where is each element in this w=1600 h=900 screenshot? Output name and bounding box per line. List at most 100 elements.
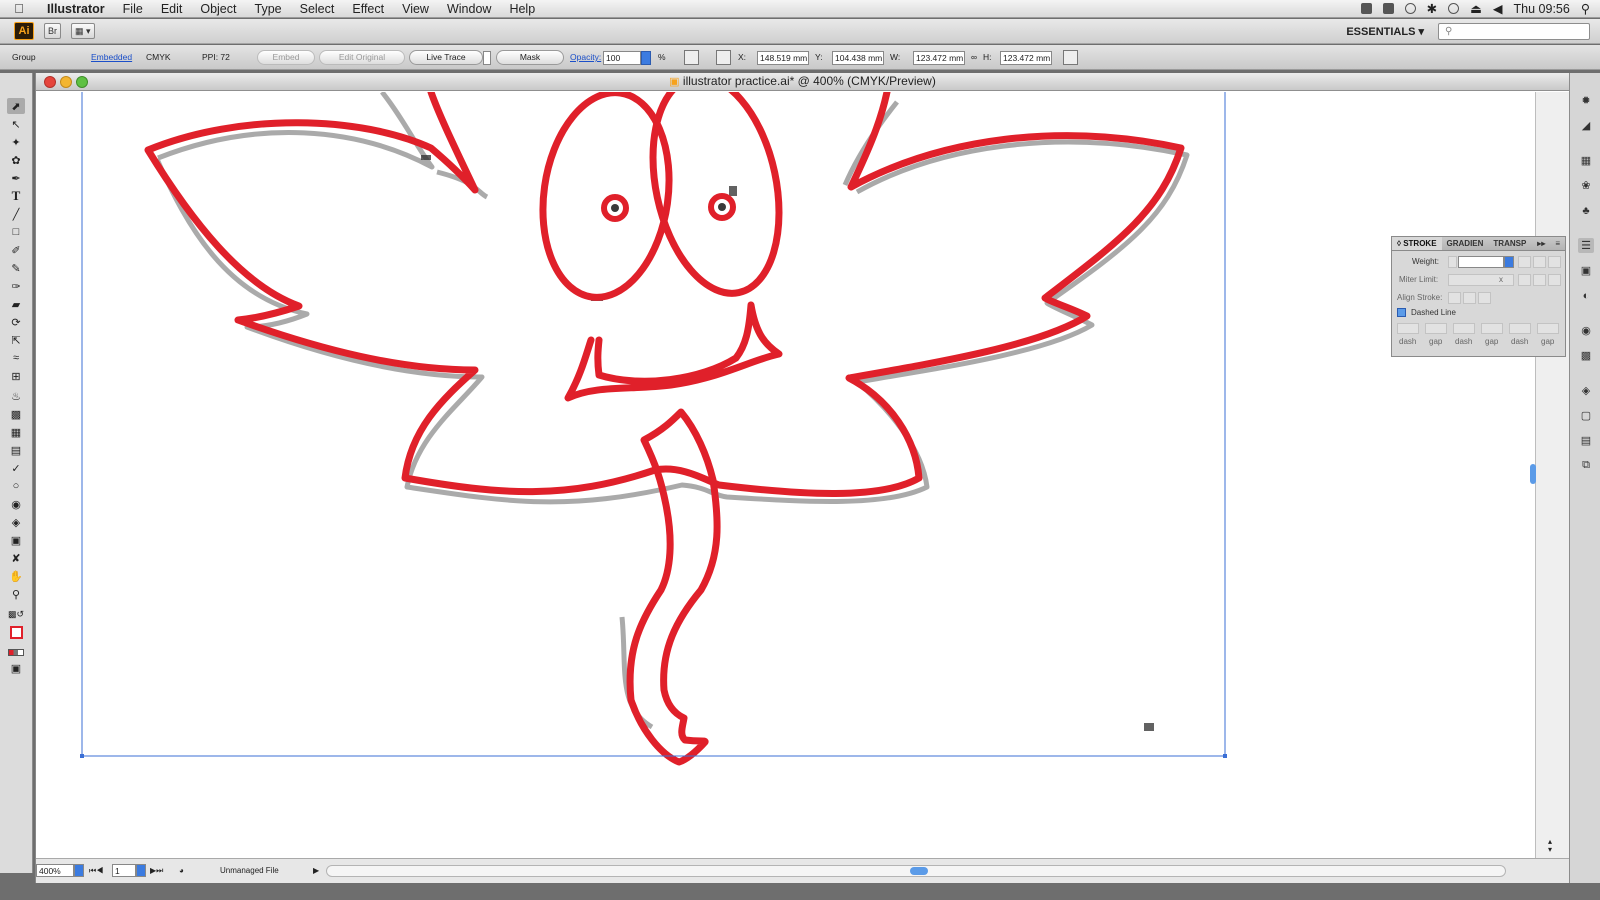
blend-tool-icon[interactable]: ○	[7, 478, 25, 494]
clock[interactable]: Thu 09:56	[1514, 2, 1570, 16]
gap-input-1[interactable]	[1425, 323, 1447, 334]
width-input[interactable]: 123.472 mm	[913, 51, 965, 65]
help-search-input[interactable]: ⚲	[1438, 22, 1590, 40]
gap-input-3[interactable]	[1537, 323, 1559, 334]
menu-object[interactable]: Object	[191, 0, 245, 18]
magic-wand-tool-icon[interactable]: ✦	[7, 134, 25, 150]
weight-stepper[interactable]	[1448, 256, 1457, 268]
pathfinder-panel-icon[interactable]: ⧉	[1578, 458, 1594, 473]
free-transform-tool-icon[interactable]: ⊞	[7, 368, 25, 384]
embedded-link[interactable]: Embedded	[91, 50, 132, 64]
opacity-link[interactable]: Opacity:	[570, 50, 601, 64]
minimize-window-icon[interactable]	[60, 76, 72, 88]
brushes-panel-icon[interactable]: ❀	[1578, 178, 1594, 193]
type-tool-icon[interactable]: T	[7, 188, 25, 204]
edit-original-button[interactable]: Edit Original	[319, 50, 405, 65]
menu-type[interactable]: Type	[246, 0, 291, 18]
gradient-panel-icon[interactable]: ▣	[1578, 263, 1594, 278]
weight-input[interactable]	[1458, 256, 1504, 268]
color-panel-icon[interactable]: ✹	[1578, 93, 1594, 108]
dashed-line-checkbox[interactable]	[1397, 308, 1406, 317]
vertical-scroll-thumb[interactable]	[1530, 464, 1536, 484]
symbol-sprayer-tool-icon[interactable]: ♨	[7, 388, 25, 404]
height-input[interactable]: 123.472 mm	[1000, 51, 1052, 65]
menu-window[interactable]: Window	[438, 0, 500, 18]
color-guide-panel-icon[interactable]: ◢	[1578, 118, 1594, 133]
embed-button[interactable]: Embed	[257, 50, 315, 65]
pen-tool-icon[interactable]: ✒	[7, 170, 25, 186]
slice-tool-icon[interactable]: ✘	[7, 550, 25, 566]
opacity-dropdown-arrow[interactable]	[641, 51, 651, 65]
tab-gradient[interactable]: GRADIEN	[1442, 237, 1489, 250]
isolate-group-icon[interactable]	[1063, 50, 1078, 65]
align-inside-icon[interactable]	[1463, 292, 1476, 304]
panel-collapse-icon[interactable]: ▸▸	[1532, 237, 1550, 250]
eyedropper-tool-icon[interactable]: ✓	[7, 460, 25, 476]
menu-file[interactable]: File	[114, 0, 152, 18]
transparency-panel-icon[interactable]: ◐	[1578, 288, 1594, 303]
apple-icon[interactable]: 	[0, 1, 38, 16]
swatches-panel-icon[interactable]: ▦	[1578, 153, 1594, 168]
paintbrush-tool-icon[interactable]: ✐	[7, 242, 25, 258]
close-window-icon[interactable]	[44, 76, 56, 88]
artboard-number-field[interactable]: 1	[112, 864, 136, 877]
align-outside-icon[interactable]	[1478, 292, 1491, 304]
default-colors-icon[interactable]: ▩↺	[7, 606, 25, 622]
constrain-proportions-icon[interactable]: ∞	[971, 50, 977, 64]
round-join-icon[interactable]	[1533, 274, 1546, 286]
gap-input-2[interactable]	[1481, 323, 1503, 334]
tracing-presets-dropdown[interactable]	[483, 51, 491, 65]
workspace-switcher[interactable]: ESSENTIALS ▾	[1346, 25, 1424, 38]
warp-tool-icon[interactable]: ≈	[7, 350, 25, 366]
vertical-scrollbar[interactable]: ▴ ▾	[1530, 92, 1569, 858]
gradient-tool-icon[interactable]: ▤	[7, 442, 25, 458]
lasso-tool-icon[interactable]: ✿	[7, 152, 25, 168]
rectangle-tool-icon[interactable]: □	[7, 224, 25, 240]
dash-input-3[interactable]	[1509, 323, 1531, 334]
bridge-button[interactable]: Br	[44, 23, 61, 39]
wifi-icon[interactable]	[1448, 3, 1460, 14]
hand-tool-icon[interactable]: ✋	[7, 568, 25, 584]
miter-join-icon[interactable]	[1518, 274, 1531, 286]
live-trace-button[interactable]: Live Trace	[409, 50, 483, 65]
menu-help[interactable]: Help	[500, 0, 544, 18]
tab-stroke[interactable]: ◊ STROKE	[1392, 237, 1442, 250]
opacity-input[interactable]: 100	[603, 51, 641, 65]
zoom-level-field[interactable]: 400%	[36, 864, 74, 877]
dash-input-1[interactable]	[1397, 323, 1419, 334]
zoom-tool-icon[interactable]: ⚲	[7, 586, 25, 602]
next-artboard-icon[interactable]: ▶⏭	[150, 864, 163, 877]
menu-edit[interactable]: Edit	[152, 0, 192, 18]
volume-icon[interactable]: ◀	[1493, 1, 1503, 16]
bevel-join-icon[interactable]	[1548, 274, 1561, 286]
direct-selection-tool-icon[interactable]: ↖	[7, 116, 25, 132]
time-machine-icon[interactable]	[1404, 3, 1416, 14]
mask-button[interactable]: Mask	[496, 50, 564, 65]
artboard-dropdown-arrow[interactable]	[136, 864, 146, 877]
screen-mode-icon[interactable]: ▣	[7, 660, 25, 676]
binoculars-icon[interactable]	[1382, 3, 1394, 14]
align-panel-icon[interactable]: ▤	[1578, 433, 1594, 448]
projecting-cap-icon[interactable]	[1548, 256, 1561, 268]
blob-brush-tool-icon[interactable]: ✑	[7, 278, 25, 294]
layers-panel-icon[interactable]: ◈	[1578, 383, 1594, 398]
weight-dropdown-arrow[interactable]	[1504, 256, 1514, 268]
scale-tool-icon[interactable]: ⇱	[7, 332, 25, 348]
symbols-panel-icon[interactable]: ♣	[1578, 203, 1594, 218]
transform-icon[interactable]	[716, 50, 731, 65]
graph-tool-icon[interactable]: ▩	[7, 406, 25, 422]
zoom-window-icon[interactable]	[76, 76, 88, 88]
panel-menu-icon[interactable]: ≡	[1550, 237, 1565, 250]
live-paint-selection-tool-icon[interactable]: ◈	[7, 514, 25, 530]
arrange-documents-button[interactable]: ▦ ▾	[71, 23, 95, 39]
status-text[interactable]: Unmanaged File	[220, 864, 279, 877]
status-item-icon[interactable]	[1360, 3, 1372, 14]
eraser-tool-icon[interactable]: ▰	[7, 296, 25, 312]
align-center-icon[interactable]	[1448, 292, 1461, 304]
menu-select[interactable]: Select	[291, 0, 344, 18]
first-artboard-icon[interactable]: ⏮◀	[89, 864, 103, 877]
x-position-input[interactable]: 148.519 mm	[757, 51, 809, 65]
artboard-tool-icon[interactable]: ▣	[7, 532, 25, 548]
menu-view[interactable]: View	[393, 0, 438, 18]
horizontal-scrollbar[interactable]	[326, 865, 1506, 877]
